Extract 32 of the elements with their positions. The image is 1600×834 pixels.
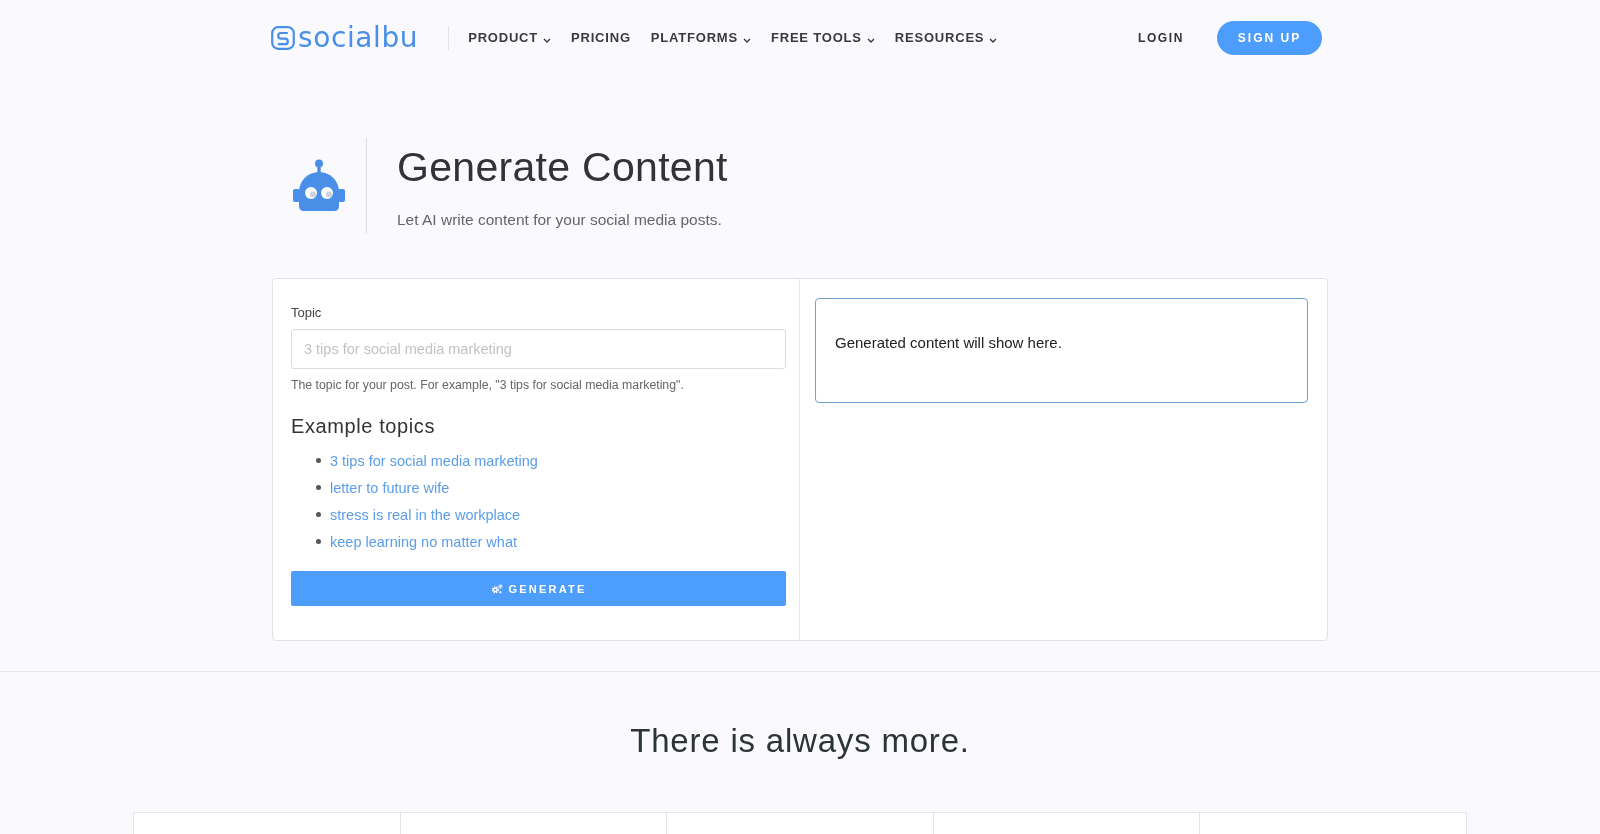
nav-link[interactable]: PRODUCT (468, 28, 552, 48)
robot-icon (292, 159, 346, 213)
nav-link[interactable]: PRICING (571, 28, 631, 48)
nav-link[interactable]: FREE TOOLS (770, 28, 875, 48)
gears-icon (490, 583, 503, 594)
chevron-down-icon (866, 37, 875, 43)
page-subtitle: Let AI write content for your social media posts. (397, 210, 723, 230)
chevron-down-icon (989, 37, 998, 43)
generate-button[interactable]: GENERATE (291, 571, 786, 606)
login-link[interactable]: LOGIN (1138, 31, 1184, 45)
topic-label: Topic (291, 304, 322, 322)
page-title: Generate Content (397, 143, 728, 191)
example-topic-link[interactable]: stress is real in the workplace (330, 504, 521, 525)
chevron-down-icon (742, 37, 751, 43)
logo-text[interactable]: socialbu (298, 21, 419, 55)
nav-link[interactable]: PLATFORMS (650, 28, 751, 48)
example-topic-link[interactable]: 3 tips for social media marketing (330, 450, 538, 471)
section-heading: There is always more. (630, 721, 970, 761)
bullet-icon (316, 539, 321, 544)
signup-button[interactable]: SIGN UP (1217, 21, 1322, 55)
chevron-down-icon (543, 37, 552, 43)
topic-input[interactable]: 3 tips for social media marketing (291, 329, 786, 369)
bullet-icon (316, 458, 321, 463)
output-message: Generated content will show here. (835, 334, 1062, 351)
example-topic-link[interactable]: keep learning no matter what (330, 531, 517, 552)
examples-heading: Example topics (291, 414, 435, 439)
topic-help-text: The topic for your post. For example, "3 tips for social media marketing". (291, 377, 684, 393)
example-topic-link[interactable]: letter to future wife (330, 477, 450, 498)
nav-link[interactable]: RESOURCES (894, 28, 998, 48)
bullet-icon (316, 485, 321, 490)
logo-icon[interactable] (271, 26, 295, 50)
bullet-icon (316, 512, 321, 517)
